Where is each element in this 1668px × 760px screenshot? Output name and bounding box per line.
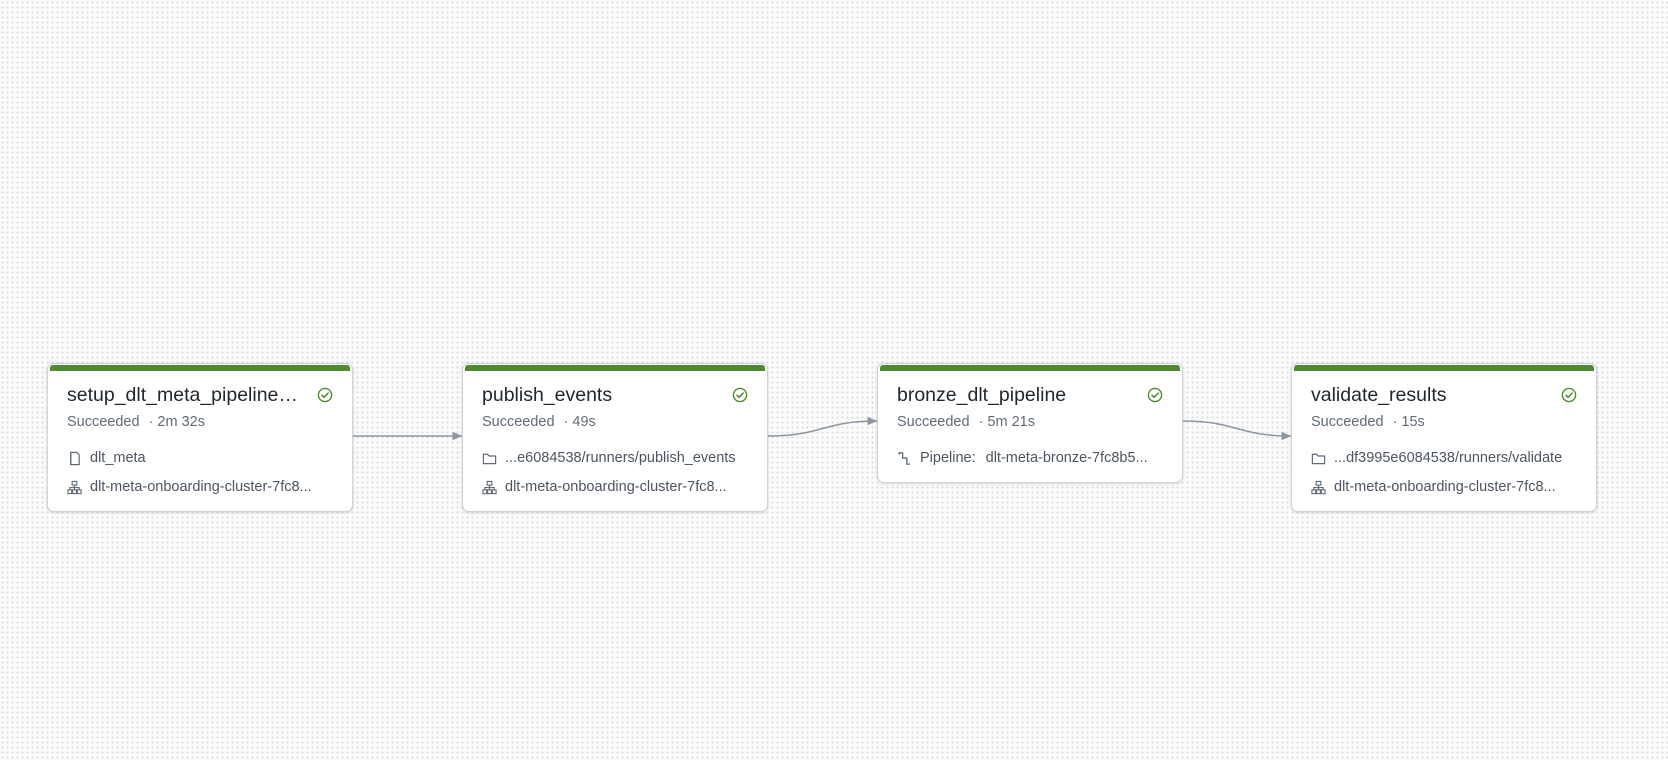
row-value[interactable]: dlt_meta [90,450,146,466]
task-title: setup_dlt_meta_pipeline_... [67,384,299,406]
folder-icon [1311,451,1326,466]
task-node[interactable]: setup_dlt_meta_pipeline_... Succeeded · 2m… [47,363,353,512]
cluster-icon [1311,480,1326,495]
task-title: publish_events [482,384,613,406]
task-title: validate_results [1311,384,1447,406]
task-detail-row: ...df3995e6084538/runners/validate [1311,449,1577,467]
task-node[interactable]: validate_results Succeeded · 15s ...df3995e… [1291,363,1597,512]
success-check-icon [732,387,748,403]
task-status-line: Succeeded · 2m 32s [67,414,205,430]
success-check-icon [1561,387,1577,403]
pipeline-icon [897,451,912,466]
row-value[interactable]: dlt-meta-onboarding-cluster-7fc8... [505,479,727,495]
row-value[interactable]: dlt-meta-onboarding-cluster-7fc8... [90,479,312,495]
task-detail-row: dlt-meta-onboarding-cluster-7fc8... [67,478,333,496]
cluster-icon [482,480,497,495]
task-detail-row: dlt-meta-onboarding-cluster-7fc8... [482,478,748,496]
row-value[interactable]: dlt-meta-bronze-7fc8b5... [986,450,1148,466]
status-bar [50,365,350,371]
notebook-icon [67,451,82,466]
status-text: Succeeded [1311,414,1384,430]
status-bar [465,365,765,371]
task-status-line: Succeeded · 15s [1311,414,1425,430]
success-check-icon [1147,387,1163,403]
status-text: Succeeded [482,414,555,430]
row-label: Pipeline: [920,450,976,466]
folder-icon [482,451,497,466]
row-value[interactable]: dlt-meta-onboarding-cluster-7fc8... [1334,479,1556,495]
task-detail-row: ...e6084538/runners/publish_events [482,449,748,467]
dependency-edge [767,416,878,437]
duration-text: 49s [572,414,596,430]
status-text: Succeeded [897,414,970,430]
task-detail-row: dlt_meta [67,449,333,467]
duration-text: 2m 32s [157,414,205,430]
dependency-edge [1182,420,1292,441]
duration-text: 5m 21s [987,414,1035,430]
duration-text: 15s [1401,414,1425,430]
success-check-icon [317,387,333,403]
task-node[interactable]: bronze_dlt_pipeline Succeeded · 5m 21s Pipe… [877,363,1183,483]
status-bar [880,365,1180,371]
status-text: Succeeded [67,414,140,430]
task-node[interactable]: publish_events Succeeded · 49s ...e6084538/… [462,363,768,512]
task-status-line: Succeeded · 5m 21s [897,414,1035,430]
task-detail-row: dlt-meta-onboarding-cluster-7fc8... [1311,478,1577,496]
task-status-line: Succeeded · 49s [482,414,596,430]
task-detail-row: Pipeline: dlt-meta-bronze-7fc8b5... [897,449,1163,467]
task-title: bronze_dlt_pipeline [897,384,1067,406]
dag-canvas[interactable]: setup_dlt_meta_pipeline_... Succeeded · 2m… [0,0,1668,760]
row-value[interactable]: ...e6084538/runners/publish_events [505,450,736,466]
row-value[interactable]: ...df3995e6084538/runners/validate [1334,450,1562,466]
status-bar [1294,365,1594,371]
cluster-icon [67,480,82,495]
